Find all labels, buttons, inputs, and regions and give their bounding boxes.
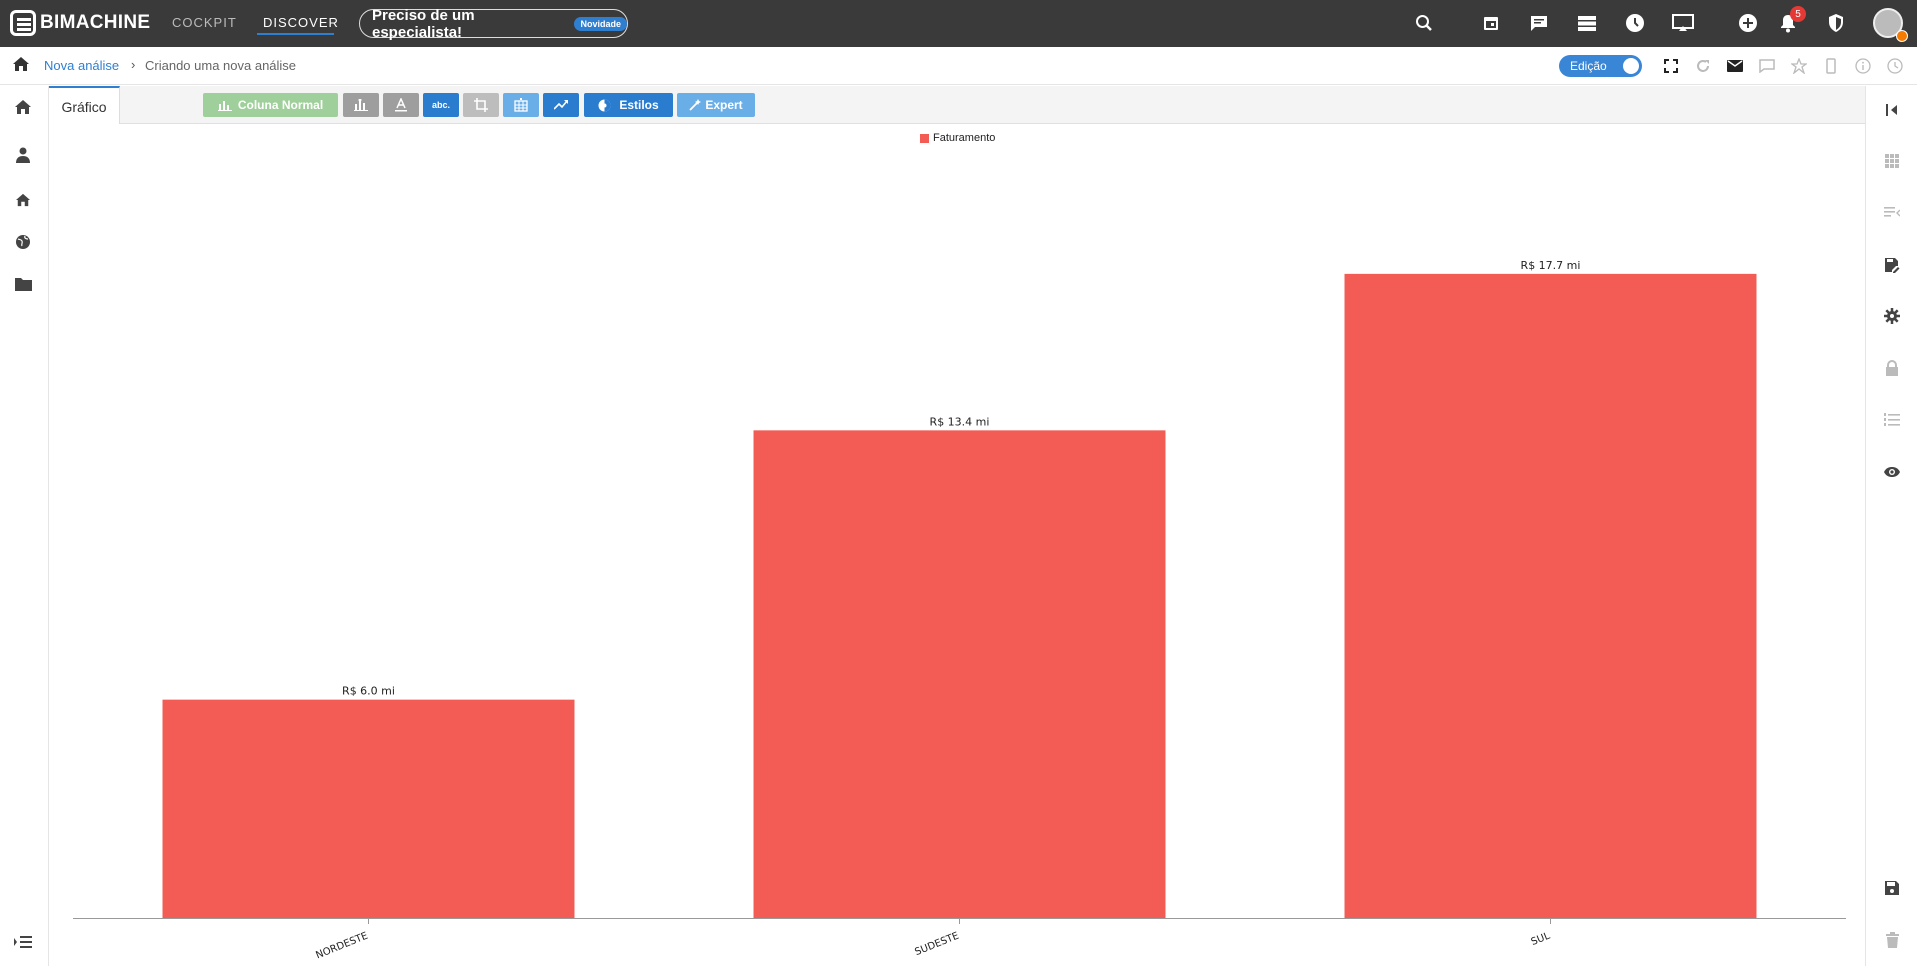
home-icon[interactable]: [12, 96, 34, 118]
right-sidebar: [1865, 86, 1917, 966]
history-icon[interactable]: [1886, 57, 1904, 75]
brand-name: BIMACHINE: [40, 12, 151, 33]
fullscreen-icon[interactable]: [1662, 57, 1680, 75]
tab-grafico-label: Gráfico: [61, 98, 107, 115]
chart-type-label: Coluna Normal: [237, 98, 324, 112]
numbered-list-icon[interactable]: [1882, 410, 1902, 430]
data-label: R$ 13.4 mi: [930, 415, 990, 428]
font-icon: [395, 98, 407, 112]
save-as-icon[interactable]: [1882, 255, 1902, 275]
search-icon[interactable]: [1413, 12, 1435, 34]
user-icon[interactable]: [12, 144, 34, 166]
x-tick-label: SUDESTE: [913, 931, 960, 959]
palette-icon: [598, 99, 611, 112]
expert-help-label: Preciso de um especialista!: [372, 6, 475, 41]
chat-icon[interactable]: [1528, 12, 1550, 34]
nav-discover[interactable]: DISCOVER: [263, 15, 339, 30]
analysis-tab-bar: Gráfico Coluna Normal abc. Estilos Exper…: [49, 86, 1865, 125]
table-icon: [514, 98, 528, 112]
refresh-icon[interactable]: [1694, 57, 1712, 75]
chart-bar[interactable]: [753, 430, 1166, 918]
chart-bar[interactable]: [1344, 273, 1757, 918]
edit-mode-toggle[interactable]: Edição: [1559, 55, 1642, 77]
breadcrumb-separator: ›: [131, 57, 136, 72]
x-tick-label: NORDESTE: [314, 931, 369, 962]
chart-type-button[interactable]: Coluna Normal: [203, 93, 338, 117]
save-icon[interactable]: [1882, 878, 1902, 898]
text-align-icon[interactable]: [1882, 203, 1902, 223]
expert-mode-label: Expert: [705, 98, 743, 112]
table-button[interactable]: [503, 93, 539, 117]
globe-icon[interactable]: [12, 231, 34, 253]
edit-mode-label: Edição: [1570, 59, 1607, 73]
bar-chart: R$ 6.0 mi NORDESTE R$ 13.4 mi SUDESTE R$ 17.…: [73, 259, 1846, 962]
list-icon[interactable]: [1576, 12, 1598, 34]
new-badge: Novidade: [574, 16, 627, 31]
tab-grafico[interactable]: Gráfico: [49, 86, 120, 125]
menu-expand-icon[interactable]: [12, 931, 34, 953]
info-icon[interactable]: [1854, 57, 1872, 75]
chart-bar[interactable]: [162, 699, 575, 918]
project-home-icon[interactable]: [12, 189, 34, 211]
notification-count-badge: 5: [1790, 6, 1806, 22]
breadcrumb-current: Criando uma nova análise: [145, 58, 297, 73]
settings-gear-icon[interactable]: [1882, 306, 1902, 326]
calendar-icon[interactable]: [1480, 12, 1502, 34]
data-label: R$ 17.7 mi: [1521, 259, 1581, 272]
expert-help-button[interactable]: Preciso de um especialista! Novidade: [359, 6, 628, 41]
styles-label: Estilos: [619, 98, 659, 112]
comment-icon[interactable]: [1758, 57, 1776, 75]
brand-logo[interactable]: BIMACHINE: [10, 10, 150, 36]
mobile-icon[interactable]: [1822, 57, 1840, 75]
add-icon[interactable]: [1737, 12, 1759, 34]
stacked-chart-icon: [354, 99, 368, 111]
magic-wand-icon: [689, 99, 702, 111]
expert-mode-button[interactable]: Expert: [677, 93, 755, 117]
breadcrumb-bar: Nova análise › Criando uma nova análise …: [0, 47, 1917, 85]
mail-icon[interactable]: [1726, 57, 1744, 75]
collapse-panel-icon[interactable]: [1882, 100, 1902, 120]
lock-icon[interactable]: [1882, 358, 1902, 378]
breadcrumb-root-link[interactable]: Nova análise: [44, 58, 119, 73]
folder-icon[interactable]: [12, 273, 34, 295]
toggle-knob: [1623, 58, 1639, 74]
presentation-icon[interactable]: [1672, 12, 1694, 34]
left-sidebar: [0, 86, 49, 966]
data-label: R$ 6.0 mi: [342, 685, 395, 698]
labels-button-text: abc.: [431, 100, 450, 110]
logo-icon: [10, 10, 36, 36]
bar-chart-icon: [217, 99, 232, 111]
user-status-icon: [1896, 30, 1908, 42]
clock-icon[interactable]: [1624, 12, 1646, 34]
chart-variant-button[interactable]: [343, 93, 379, 117]
text-format-button[interactable]: [383, 93, 419, 117]
shield-icon[interactable]: [1825, 12, 1847, 34]
grid-icon[interactable]: [1882, 151, 1902, 171]
trend-button[interactable]: [543, 93, 579, 117]
nav-active-indicator: [257, 33, 334, 35]
styles-button[interactable]: Estilos: [584, 93, 673, 117]
top-bar: BIMACHINE COCKPIT DISCOVER Preciso de um…: [0, 0, 1917, 47]
star-icon[interactable]: [1790, 57, 1808, 75]
x-tick-label: SUL: [1530, 930, 1552, 948]
home-icon[interactable]: [12, 56, 30, 77]
trash-icon[interactable]: [1882, 930, 1902, 950]
labels-button[interactable]: abc.: [423, 93, 459, 117]
crop-icon: [474, 98, 488, 112]
crop-button[interactable]: [463, 93, 499, 117]
nav-cockpit[interactable]: COCKPIT: [172, 15, 237, 30]
eye-icon[interactable]: [1882, 462, 1902, 482]
trending-up-icon: [554, 100, 568, 110]
